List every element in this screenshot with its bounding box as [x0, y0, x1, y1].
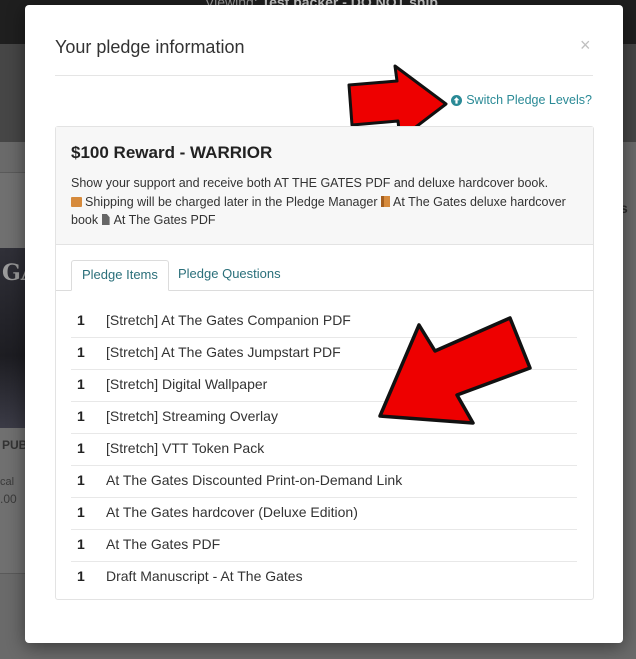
- item-quantity: 1: [77, 312, 85, 328]
- item-quantity: 1: [77, 408, 85, 424]
- arrow-up-circle-icon: [451, 94, 463, 106]
- background-card-title: PUB: [2, 438, 28, 452]
- item-quantity: 1: [77, 504, 85, 520]
- pledge-info-modal: Your pledge information × Switch Pledge …: [25, 5, 623, 643]
- item-name: At The Gates hardcover (Deluxe Edition): [106, 504, 358, 520]
- reward-description: Show your support and receive both AT TH…: [71, 174, 571, 230]
- shipping-note: Shipping will be charged later in the Pl…: [85, 194, 378, 209]
- tab-pledge-questions[interactable]: Pledge Questions: [168, 260, 291, 290]
- red-arrow-down-left-icon: [378, 316, 532, 425]
- tab-pledge-items[interactable]: Pledge Items: [71, 260, 169, 291]
- item-quantity: 1: [77, 568, 85, 584]
- background-book-cover: GA: [0, 248, 38, 428]
- item-name: At The Gates Discounted Print-on-Demand …: [106, 472, 403, 488]
- reward-intro: Show your support and receive both AT TH…: [71, 176, 549, 190]
- file-icon: [101, 214, 110, 225]
- switch-pledge-levels-link[interactable]: Switch Pledge Levels?: [451, 93, 592, 107]
- switch-pledge-levels-label: Switch Pledge Levels?: [466, 93, 592, 107]
- item-quantity: 1: [77, 376, 85, 392]
- item-name: At The Gates PDF: [106, 536, 221, 552]
- list-item: 1 At The Gates PDF: [71, 530, 577, 562]
- reward-title: $100 Reward - WARRIOR: [71, 143, 273, 162]
- background-card-label: cal: [0, 476, 15, 488]
- background-card-price: .00: [0, 492, 17, 506]
- item-name: [Stretch] Digital Wallpaper: [106, 376, 268, 392]
- item-quantity: 1: [77, 472, 85, 488]
- book-icon: [381, 195, 391, 207]
- item-name: [Stretch] At The Gates Companion PDF: [106, 312, 351, 328]
- package-icon: [71, 196, 82, 207]
- list-item: 1 [Stretch] VTT Token Pack: [71, 434, 577, 466]
- item-quantity: 1: [77, 344, 85, 360]
- pledge-tabs: Pledge Items Pledge Questions: [56, 260, 593, 291]
- item-name: [Stretch] Streaming Overlay: [106, 408, 278, 424]
- item-quantity: 1: [77, 440, 85, 456]
- reward-header: $100 Reward - WARRIOR Show your support …: [56, 127, 593, 245]
- list-item: 1 Draft Manuscript - At The Gates: [71, 562, 577, 593]
- reward-item-pdf: At The Gates PDF: [113, 213, 216, 227]
- item-name: Draft Manuscript - At The Gates: [106, 568, 303, 584]
- item-name: [Stretch] At The Gates Jumpstart PDF: [106, 344, 341, 360]
- item-name: [Stretch] VTT Token Pack: [106, 440, 265, 456]
- close-button[interactable]: ×: [580, 35, 591, 55]
- item-quantity: 1: [77, 536, 85, 552]
- list-item: 1 At The Gates Discounted Print-on-Demand…: [71, 466, 577, 498]
- title-divider: [55, 75, 593, 76]
- list-item: 1 At The Gates hardcover (Deluxe Edition): [71, 498, 577, 530]
- modal-title: Your pledge information: [55, 37, 245, 57]
